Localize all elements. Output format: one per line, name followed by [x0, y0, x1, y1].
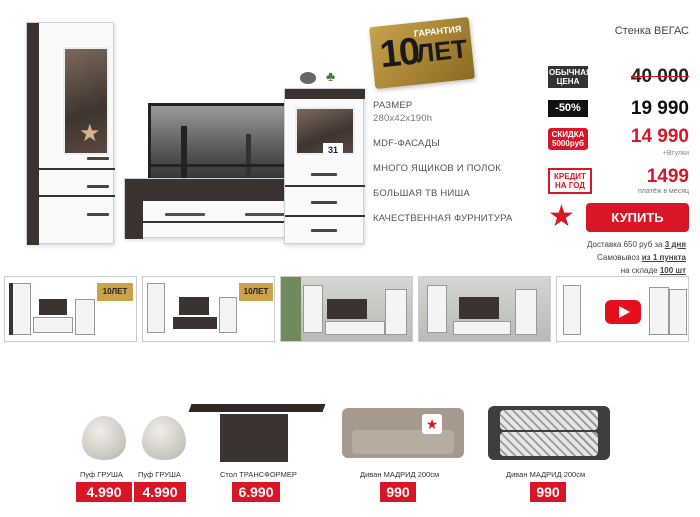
thumbnail-4[interactable]: [418, 276, 551, 342]
related-item-name: Диван МАДРИД 200см: [506, 470, 586, 479]
right-cabinet: 31: [284, 88, 365, 244]
calendar-decor: 31: [323, 143, 343, 157]
pickup-points-link[interactable]: из 1 пункта: [642, 253, 686, 262]
spec-item: MDF-ФАСАДЫ: [373, 138, 543, 149]
related-item-price: 4.990: [134, 482, 186, 502]
star-decor-icon: ★: [79, 120, 101, 147]
thumbnail-2[interactable]: 10ЛЕТ: [142, 276, 275, 342]
spec-list: РАЗМЕР 280x42x190h MDF-ФАСАДЫ МНОГО ЯЩИК…: [373, 100, 543, 238]
price-panel: Стенка ВЕГАС ОБЫЧНАЯ ЦЕНА 40 000 -50% 19…: [543, 20, 693, 275]
spec-title: MDF-ФАСАДЫ: [373, 138, 441, 149]
product-main-image[interactable]: ★ 31 ♣: [20, 20, 380, 250]
stock-count: 100 шт: [659, 266, 686, 275]
tv-unit: [124, 178, 307, 239]
delivery-days-link[interactable]: 3 дня: [665, 240, 686, 249]
spec-title: РАЗМЕР: [373, 100, 413, 111]
spec-title: КАЧЕСТВЕННАЯ ФУРНИТУРА: [373, 213, 513, 224]
old-price-label: ОБЫЧНАЯ ЦЕНА: [548, 66, 592, 88]
related-item-price: 6.990: [232, 482, 280, 502]
pickup-info: Самовывоз из 1 пункта: [526, 253, 686, 262]
related-item[interactable]: ★ Диван МАДРИД 200см 990: [340, 370, 470, 505]
guarantee-badge: 10 ГАРАНТИЯ ЛЕТ: [369, 16, 475, 90]
product-title: Стенка ВЕГАС: [614, 25, 689, 37]
credit-price: 1499: [646, 166, 689, 187]
spec-item: МНОГО ЯЩИКОВ И ПОЛОК: [373, 163, 543, 174]
spec-title: БОЛЬШАЯ ТВ НИША: [373, 188, 470, 199]
related-item-price: 4.990: [76, 482, 132, 502]
thumbnail-1[interactable]: 10ЛЕТ: [4, 276, 137, 342]
product-hero: ★ 31 ♣ 10 ГАРАНТИЯ ЛЕТ РАЗМЕР 280x42x190…: [0, 0, 700, 275]
related-item-name: Пуф ГРУША: [80, 470, 123, 479]
old-price: 40 000: [630, 66, 689, 87]
spec-item: БОЛЬШАЯ ТВ НИША: [373, 188, 543, 199]
related-products: Пуф ГРУША 4.990 Пуф ГРУША 4.990 Стол ТРА…: [0, 370, 700, 517]
pickup-prefix: Самовывоз: [597, 253, 640, 262]
related-item-price: 990: [530, 482, 566, 502]
star-icon: ★: [548, 200, 575, 233]
pouf-image: [142, 416, 186, 460]
thumb-badge: 10ЛЕТ: [97, 283, 133, 301]
pouf-image: [82, 416, 126, 460]
current-price: 19 990: [630, 98, 689, 119]
related-item-name: Диван МАДРИД 200см: [360, 470, 440, 479]
left-tall-cabinet: ★: [26, 22, 115, 245]
related-item[interactable]: Диван МАДРИД 200см 990: [486, 370, 616, 505]
related-item-name: Стол ТРАНСФОРМЕР: [220, 470, 297, 479]
clock-decor: [300, 72, 316, 84]
stock-info: на складе 100 шт: [526, 266, 686, 275]
spec-sub: 280x42x190h: [373, 113, 433, 124]
spec-item: КАЧЕСТВЕННАЯ ФУРНИТУРА: [373, 213, 543, 224]
related-item[interactable]: Стол ТРАНСФОРМЕР 6.990: [188, 370, 330, 505]
related-item[interactable]: Пуф ГРУША 4.990: [70, 370, 140, 505]
promo-price: 14 990: [630, 126, 689, 147]
guarantee-word: ЛЕТ: [414, 33, 469, 69]
plant-decor-icon: ♣: [326, 68, 336, 84]
thumb-badge: 10ЛЕТ: [239, 283, 273, 301]
credit-note: платёж в месяц: [637, 188, 689, 195]
thumbnail-3[interactable]: [280, 276, 413, 342]
credit-label: КРЕДИТ НА ГОД: [548, 168, 592, 194]
table-base-image: [220, 414, 288, 462]
delivery-prefix: Доставка 650 руб за: [586, 240, 663, 249]
promo-label: СКИДКА 5000руб: [548, 128, 588, 150]
related-item-price: 990: [380, 482, 416, 502]
play-icon[interactable]: [605, 300, 641, 324]
spec-title: МНОГО ЯЩИКОВ И ПОЛОК: [373, 163, 501, 174]
cushion-star-icon: ★: [422, 414, 442, 434]
spec-item: РАЗМЕР 280x42x190h: [373, 100, 543, 124]
related-item-name: Пуф ГРУША: [138, 470, 181, 479]
stock-prefix: на складе: [620, 266, 658, 275]
promo-note: +Втулки: [662, 150, 689, 157]
thumbnail-video[interactable]: [556, 276, 689, 342]
discount-label: -50%: [548, 100, 588, 117]
thumbnail-strip: 10ЛЕТ 10ЛЕТ: [4, 276, 696, 342]
buy-button[interactable]: КУПИТЬ: [586, 203, 689, 232]
delivery-info: Доставка 650 руб за 3 дня: [526, 240, 686, 249]
table-top-image: [188, 404, 326, 412]
